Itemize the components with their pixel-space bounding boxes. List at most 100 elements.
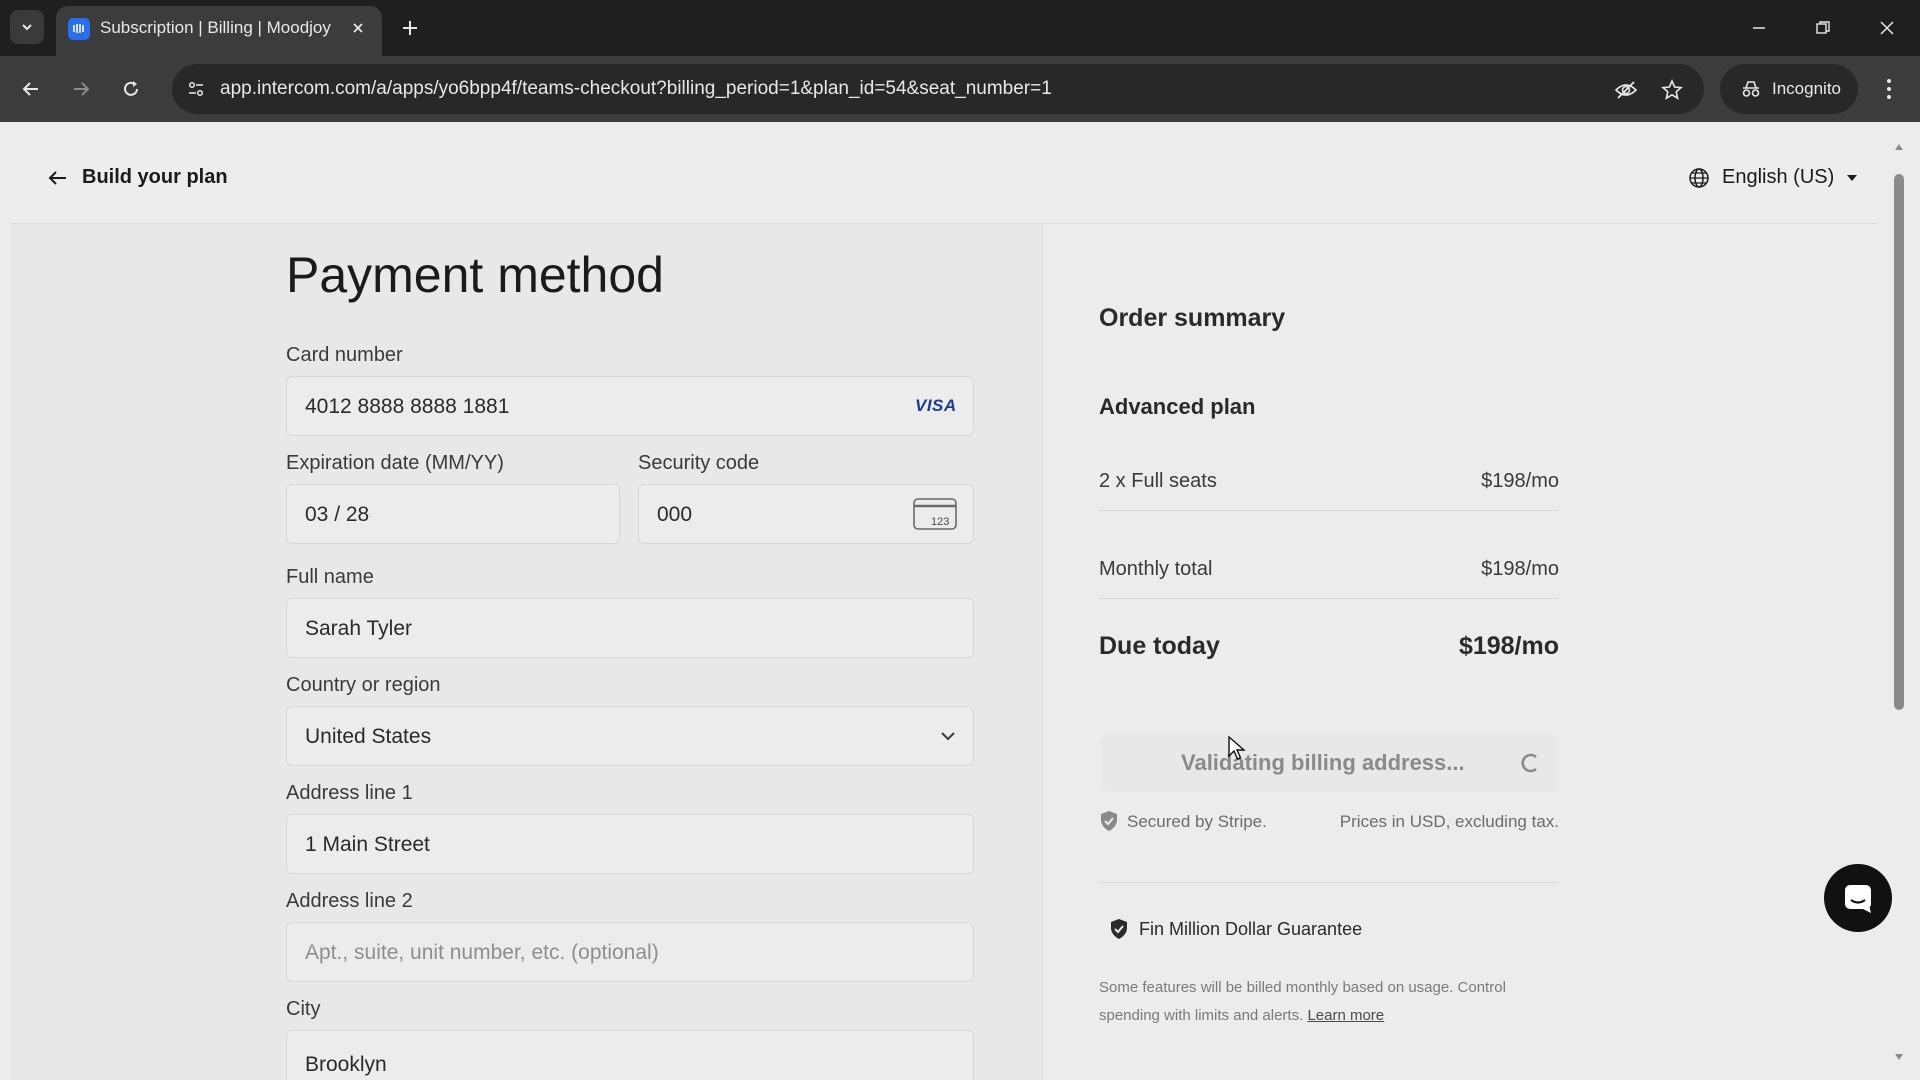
due-today-label: Due today <box>1099 632 1220 660</box>
site-info-icon[interactable] <box>182 75 210 103</box>
forward-button[interactable] <box>64 72 98 106</box>
country-select[interactable]: United States <box>286 706 974 766</box>
globe-icon <box>1689 167 1709 188</box>
page-scrollbar[interactable] <box>1888 122 1908 1070</box>
summary-divider <box>1099 882 1559 883</box>
build-your-plan-link[interactable]: Build your plan <box>48 166 228 189</box>
minimize-button[interactable] <box>1744 14 1774 42</box>
incognito-label: Incognito <box>1772 79 1841 98</box>
full-name-label: Full name <box>286 566 374 588</box>
country-label: Country or region <box>286 674 441 696</box>
address-bar[interactable]: app.intercom.com/a/apps/yo6bpp4f/teams-c… <box>172 64 1704 114</box>
minimize-icon <box>1753 27 1765 29</box>
tab-search-button[interactable] <box>10 10 44 44</box>
page-header: Build your plan English (US) <box>10 134 1878 224</box>
incognito-icon <box>1742 81 1760 97</box>
cvc-card-icon: 123 <box>913 498 957 530</box>
plan-name: Advanced plan <box>1099 394 1256 419</box>
submit-button-label: Validating billing address... <box>1181 750 1465 775</box>
city-field[interactable]: Brooklyn <box>286 1030 974 1080</box>
restore-icon <box>1816 21 1830 34</box>
address-line-1-field[interactable]: 1 Main Street <box>286 814 974 874</box>
chevron-down-icon <box>939 727 957 745</box>
learn-more-link[interactable]: Learn more <box>1307 1007 1384 1024</box>
browser-menu-button[interactable] <box>1874 72 1904 106</box>
close-window-button[interactable] <box>1872 14 1902 42</box>
expiration-value: 03 / 28 <box>305 503 370 526</box>
seats-price: $198/mo <box>1481 470 1559 492</box>
incognito-badge[interactable]: Incognito <box>1720 64 1858 114</box>
intercom-favicon-icon <box>68 18 90 40</box>
back-link-label: Build your plan <box>82 166 228 188</box>
scrollbar-thumb[interactable] <box>1894 174 1904 710</box>
tab-close-icon[interactable] <box>346 16 370 40</box>
payment-form: Payment method Card number 4012 8888 888… <box>10 224 1042 1080</box>
shield-icon <box>1099 810 1119 832</box>
submit-button[interactable]: Validating billing address... <box>1101 734 1557 792</box>
reload-button[interactable] <box>114 72 148 106</box>
city-value: Brooklyn <box>305 1053 387 1076</box>
summary-divider <box>1099 598 1559 599</box>
close-icon <box>1880 21 1894 35</box>
spinner-icon <box>1519 752 1541 774</box>
eye-off-icon[interactable] <box>1612 76 1640 104</box>
order-summary-title: Order summary <box>1099 304 1286 332</box>
new-tab-button[interactable] <box>396 14 424 42</box>
card-number-field[interactable]: 4012 8888 8888 1881 VISA <box>286 376 974 436</box>
restore-button[interactable] <box>1808 14 1838 42</box>
order-summary: Order summary Advanced plan 2 x Full sea… <box>1043 224 1878 1080</box>
monthly-total-value: $198/mo <box>1481 558 1559 580</box>
guarantee-row: Fin Million Dollar Guarantee <box>1109 918 1362 940</box>
seats-row: 2 x Full seats $198/mo <box>1099 470 1559 493</box>
tab-title: Subscription | Billing | Moodjoy <box>100 18 331 37</box>
monthly-total-label: Monthly total <box>1099 558 1213 580</box>
guarantee-label: Fin Million Dollar Guarantee <box>1139 918 1363 939</box>
monthly-total-row: Monthly total $198/mo <box>1099 558 1559 581</box>
address-line-1-label: Address line 1 <box>286 782 413 804</box>
language-selector[interactable]: English (US) <box>1688 166 1858 189</box>
svg-text:123: 123 <box>931 516 949 528</box>
url-text: app.intercom.com/a/apps/yo6bpp4f/teams-c… <box>220 78 1052 99</box>
secured-by-stripe: Secured by Stripe. <box>1127 812 1267 831</box>
payment-method-title: Payment method <box>286 247 664 303</box>
security-code-field[interactable]: 000 123 <box>638 484 974 544</box>
arrow-left-icon <box>48 170 66 185</box>
country-value: United States <box>305 725 432 748</box>
arrow-right-icon <box>74 82 90 96</box>
security-code-label: Security code <box>638 452 760 474</box>
language-label: English (US) <box>1722 166 1835 188</box>
browser-tab-bar: Subscription | Billing | Moodjoy <box>0 0 1920 56</box>
fine-print-text: Some features will be billed monthly bas… <box>1099 979 1506 1024</box>
city-label: City <box>286 998 321 1020</box>
chat-icon <box>1845 885 1871 913</box>
reload-icon <box>124 81 138 96</box>
address-line-2-field[interactable]: Apt., suite, unit number, etc. (optional… <box>286 922 974 982</box>
card-number-value: 4012 8888 8888 1881 <box>305 395 510 418</box>
chevron-down-icon <box>22 24 32 31</box>
browser-toolbar: app.intercom.com/a/apps/yo6bpp4f/teams-c… <box>0 56 1920 122</box>
seats-label: 2 x Full seats <box>1099 470 1217 492</box>
expiration-label: Expiration date (MM/YY) <box>286 452 504 474</box>
summary-divider <box>1099 510 1559 511</box>
plus-icon <box>403 21 417 35</box>
caret-down-icon <box>1847 174 1858 181</box>
visa-icon: VISA <box>915 396 957 415</box>
bookmark-star-icon[interactable] <box>1658 76 1686 104</box>
more-vertical-icon <box>1887 79 1891 99</box>
full-name-field[interactable]: Sarah Tyler <box>286 598 974 658</box>
checkout-page: Build your plan English (US) Payment met… <box>0 122 1920 1080</box>
mouse-cursor-icon <box>1228 736 1246 762</box>
scroll-up-icon[interactable] <box>1894 142 1904 152</box>
back-button[interactable] <box>14 72 48 106</box>
full-name-value: Sarah Tyler <box>305 617 412 640</box>
arrow-left-icon <box>22 82 38 96</box>
expiration-field[interactable]: 03 / 28 <box>286 484 620 544</box>
intercom-messenger-button[interactable] <box>1824 864 1892 932</box>
prices-note: Prices in USD, excluding tax. <box>1339 812 1559 831</box>
shield-check-icon <box>1111 919 1127 939</box>
address-line-2-placeholder: Apt., suite, unit number, etc. (optional… <box>305 941 659 964</box>
scroll-down-icon[interactable] <box>1894 1052 1904 1062</box>
due-today-value: $198/mo <box>1458 632 1559 660</box>
due-today-row: Due today $198/mo <box>1099 632 1559 661</box>
security-code-value: 000 <box>657 503 693 526</box>
